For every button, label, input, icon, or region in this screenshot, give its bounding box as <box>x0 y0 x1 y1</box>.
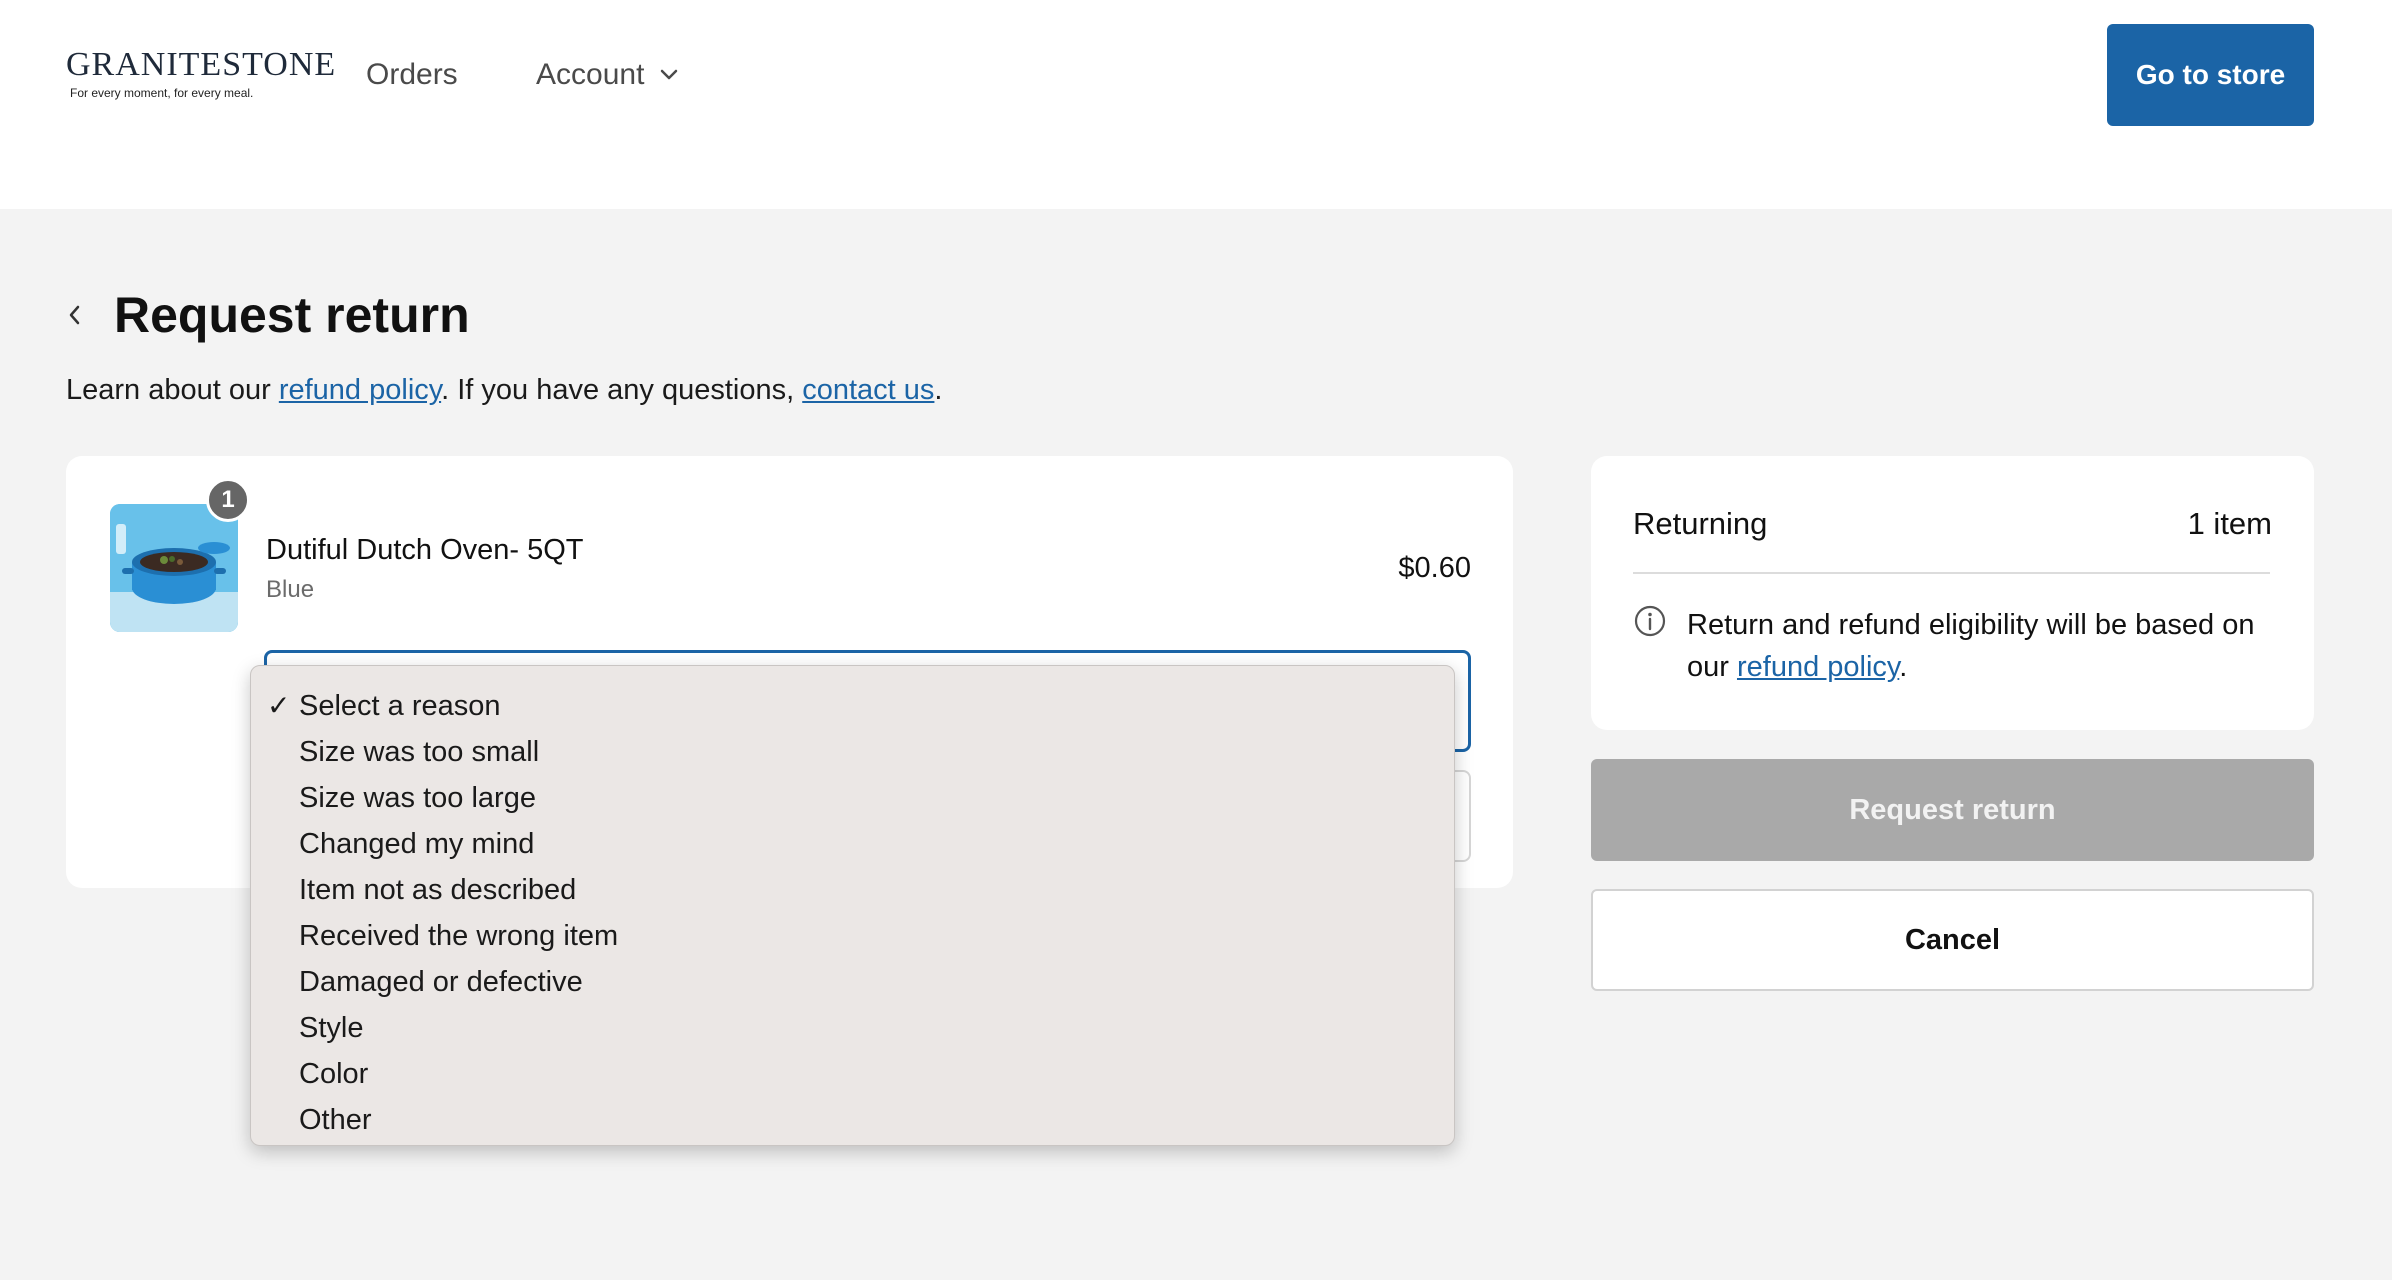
return-summary-card: Returning 1 item Return and refund eligi… <box>1591 456 2314 730</box>
summary-divider <box>1633 572 2270 574</box>
reason-option[interactable]: ✓ Select a reason <box>251 683 1454 729</box>
reason-option[interactable]: Style <box>251 1005 1454 1051</box>
subtitle-middle: . If you have any questions, <box>441 374 803 406</box>
subtitle-suffix: . <box>934 374 943 406</box>
reason-option[interactable]: Size was too small <box>251 729 1454 775</box>
eligibility-note: Return and refund eligibility will be ba… <box>1687 604 2287 688</box>
reason-option-label: Item not as described <box>299 874 577 906</box>
reason-option[interactable]: Changed my mind <box>251 821 1454 867</box>
reason-option-label: Damaged or defective <box>299 966 583 998</box>
reason-option[interactable]: Size was too large <box>251 775 1454 821</box>
reason-dropdown-menu: ✓ Select a reason Size was too small Size w… <box>250 665 1455 1146</box>
dutch-oven-image <box>110 504 238 632</box>
returning-count: 1 item <box>2187 506 2272 541</box>
chevron-down-icon <box>661 69 678 80</box>
product-name: Dutiful Dutch Oven- 5QT <box>266 534 584 566</box>
refund-policy-link[interactable]: refund policy <box>279 374 441 406</box>
page-title: Request return <box>114 287 470 343</box>
summary-refund-policy-link[interactable]: refund policy <box>1737 651 1899 683</box>
cancel-button[interactable]: Cancel <box>1591 889 2314 991</box>
granitestone-logo[interactable]: GRANITESTONE For every moment, for every… <box>66 46 337 101</box>
reason-option-label: Received the wrong item <box>299 920 619 952</box>
contact-us-link[interactable]: contact us <box>802 374 934 406</box>
site-header: GRANITESTONE For every moment, for every… <box>0 0 2392 209</box>
logo-tagline: For every moment, for every meal. <box>70 86 254 100</box>
page-subtitle: Learn about our refund policy. If you ha… <box>66 374 942 407</box>
product-price: $0.60 <box>1398 552 1471 584</box>
reason-option[interactable]: Color <box>251 1051 1454 1097</box>
reason-option-label: Size was too small <box>299 736 540 768</box>
reason-option[interactable]: Damaged or defective <box>251 959 1454 1005</box>
eligibility-suffix: . <box>1899 651 1908 683</box>
reason-option-label: Other <box>299 1104 372 1136</box>
logo-wordmark: GRANITESTONE <box>66 46 337 83</box>
subtitle-prefix: Learn about our <box>66 374 279 406</box>
nav-orders-label: Orders <box>366 58 458 91</box>
go-to-store-button[interactable]: Go to store <box>2107 24 2314 126</box>
nav-orders[interactable]: Orders <box>366 58 458 92</box>
checkmark-icon: ✓ <box>267 690 291 721</box>
reason-option[interactable]: Other <box>251 1097 1454 1143</box>
reason-option-label: Color <box>299 1058 369 1090</box>
product-variant: Blue <box>266 576 315 603</box>
nav-account-menu[interactable]: Account <box>536 58 678 92</box>
reason-option-label: Style <box>299 1012 364 1044</box>
request-return-button[interactable]: Request return <box>1591 759 2314 861</box>
reason-option[interactable]: Received the wrong item <box>251 913 1454 959</box>
reason-option-label: Size was too large <box>299 782 536 814</box>
product-thumbnail <box>110 504 238 632</box>
reason-option-label: Changed my mind <box>299 828 535 860</box>
quantity-badge: 1 <box>206 478 250 522</box>
reason-option-label: Select a reason <box>299 690 501 722</box>
reason-option[interactable]: Item not as described <box>251 867 1454 913</box>
nav-account-label: Account <box>536 58 645 91</box>
returning-label: Returning <box>1633 506 1768 541</box>
chevron-left-icon[interactable] <box>60 298 90 332</box>
info-icon <box>1634 605 1666 637</box>
